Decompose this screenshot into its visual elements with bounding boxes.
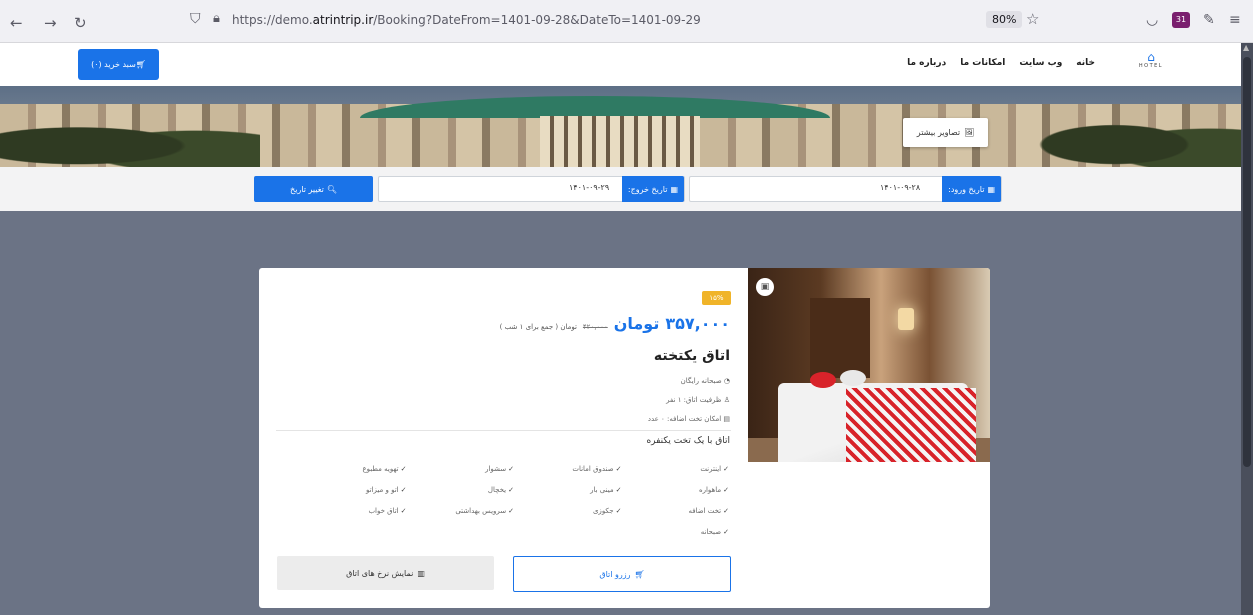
lock-icon[interactable]: 🔒︎ [213,11,220,26]
check-icon: ✓ [723,465,729,473]
nav-website[interactable]: وب سایت [1019,58,1062,68]
date-search-bar: ۱۴۰۱-۰۹-۲۸ ▦ تاریخ ورود: ۱۴۰۱-۰۹-۲۹ ▦ تا… [0,167,1241,211]
checkin-value[interactable]: ۱۴۰۱-۰۹-۲۸ [880,183,920,192]
cart-label: سبد خرید (۰) [91,60,136,69]
check-icon: ✓ [400,465,407,473]
tools-icon[interactable]: ✎ [1203,12,1215,28]
reserve-room-button[interactable]: 🛒︎ رزرو اتاق [513,556,731,592]
hotel-logo[interactable]: ⌂ HOTEL [1134,51,1168,77]
site-header: 🛒︎ سبد خرید (۰) خانه وب سایت امکانات ما … [0,43,1241,86]
hotel-banner-image [0,86,1241,167]
show-rates-button[interactable]: ▥ نمایش نرخ های اتاق [277,556,494,590]
page-scrollbar[interactable]: ▲ [1241,43,1253,615]
check-icon: ✓ [615,465,622,473]
bed-icon: ▤ [723,415,730,423]
back-icon[interactable]: ← [10,14,23,32]
more-photos-label: تصاویر بیشتر [916,128,961,137]
room-title: اتاق یکتخته [653,348,730,364]
room-photo[interactable] [748,268,990,462]
change-date-button[interactable]: 🔍︎ تغییر تاریخ [254,176,373,202]
feature-extra-bed: ▤ امکان تخت اضافه: ۰ عدد [647,415,730,423]
old-price: ۴۲۰,۰۰۰ [582,323,608,331]
amenity-item: ✓یخچال [487,486,514,494]
extension-icon[interactable]: 31 [1172,12,1190,28]
discount-badge: ۱۵% [702,291,731,305]
breakfast-icon: ◔ [723,377,730,385]
amenity-item: ✓سرویس بهداشتی [455,507,514,515]
amenity-item: ✓صندوق امانات [572,465,622,473]
feature-capacity: ♙ ظرفیت اتاق: ۱ نفر [666,396,730,404]
zoom-level[interactable]: 80% [986,11,1023,28]
price-note: تومان ( جمع برای ۱ شب ) [499,323,577,331]
check-icon: ✓ [508,507,514,515]
amenity-item: ✓تخت اضافه [688,507,729,515]
calendar-icon: ▦ [987,184,995,194]
check-icon: ✓ [723,528,729,536]
cart-icon: 🛒︎ [634,569,645,579]
checkin-field[interactable]: ۱۴۰۱-۰۹-۲۸ ▦ تاریخ ورود: [689,176,1002,202]
nav-facilities[interactable]: امکانات ما [960,58,1005,68]
room-card: ▣ ۱۵% ۳۵۷,۰۰۰ تومان ۴۲۰,۰۰۰ تومان ( جمع … [259,268,990,608]
scrollbar-thumb[interactable] [1243,57,1251,467]
gallery-icon: 🖼︎ [964,128,975,137]
scroll-up-icon[interactable]: ▲ [1243,43,1249,52]
price-row: ۳۵۷,۰۰۰ تومان ۴۲۰,۰۰۰ تومان ( جمع برای ۱… [500,314,730,333]
checkin-label: ▦ تاریخ ورود: [942,176,1001,202]
checkout-value[interactable]: ۱۴۰۱-۰۹-۲۹ [569,183,609,192]
amenity-item: ✓جکوزی [592,507,622,515]
address-bar[interactable]: ⛉ 🔒︎ https://demo.atrintrip.ir/Booking?D… [178,8,1044,34]
cart-icon: 🛒︎ [135,60,146,69]
url-text[interactable]: https://demo.atrintrip.ir/Booking?DateFr… [232,13,701,27]
room-price: ۳۵۷,۰۰۰ [665,314,730,333]
check-icon: ✓ [615,486,622,494]
pocket-icon[interactable]: ◡ [1146,12,1158,28]
more-photos-button[interactable]: 🖼︎ تصاویر بیشتر [903,118,988,147]
nav-about[interactable]: درباره ما [907,58,946,68]
check-icon: ✓ [615,507,622,515]
browser-toolbar: ← → ↻ ⛉ 🔒︎ https://demo.atrintrip.ir/Boo… [0,0,1253,43]
main-nav: خانه وب سایت امکانات ما درباره ما [907,58,1095,68]
amenity-item: ✓اتو و میزاتو [366,486,407,494]
rates-icon: ▥ [417,568,425,578]
logo-mark-icon: ⌂ [1147,50,1155,64]
calendar-icon: ▦ [670,184,678,194]
room-gallery-icon[interactable]: ▣ [756,278,774,296]
cart-button[interactable]: 🛒︎ سبد خرید (۰) [78,49,159,80]
amenities-list: ✓اینترنت ✓صندوق امانات ✓سشوار ✓تهویه مطب… [299,465,730,545]
price-currency: تومان [613,314,660,333]
check-icon: ✓ [723,507,729,515]
check-icon: ✓ [508,465,514,473]
checkout-field[interactable]: ۱۴۰۱-۰۹-۲۹ ▦ تاریخ خروج: [378,176,685,202]
feature-breakfast: ◔ صبحانه رایگان [680,377,730,385]
check-icon: ✓ [400,486,407,494]
amenity-item: ✓تهویه مطبوع [362,465,407,473]
reload-icon[interactable]: ↻ [74,14,87,32]
shield-icon[interactable]: ⛉ [190,11,201,27]
amenity-item: ✓سشوار [485,465,514,473]
checkout-label: ▦ تاریخ خروج: [621,176,684,202]
amenity-item: ✓مینی بار [590,486,622,494]
check-icon: ✓ [723,486,729,494]
room-subtitle: اتاق با یک تخت یکنفره [646,436,730,446]
bookmark-star-icon[interactable]: ☆ [1026,10,1039,28]
check-icon: ✓ [508,486,514,494]
forward-icon[interactable]: → [44,14,57,32]
user-icon: ♙ [723,396,730,404]
amenity-item: ✓اینترنت [700,465,729,473]
menu-icon[interactable]: ≡ [1229,12,1241,28]
nav-home[interactable]: خانه [1076,58,1095,68]
divider [276,430,731,431]
search-icon: 🔍︎ [326,184,337,194]
amenity-item: ✓اتاق خواب [368,507,407,515]
check-icon: ✓ [400,507,407,515]
amenity-item: ✓صبحانه [700,528,729,536]
amenity-item: ✓ماهواره [698,486,729,494]
